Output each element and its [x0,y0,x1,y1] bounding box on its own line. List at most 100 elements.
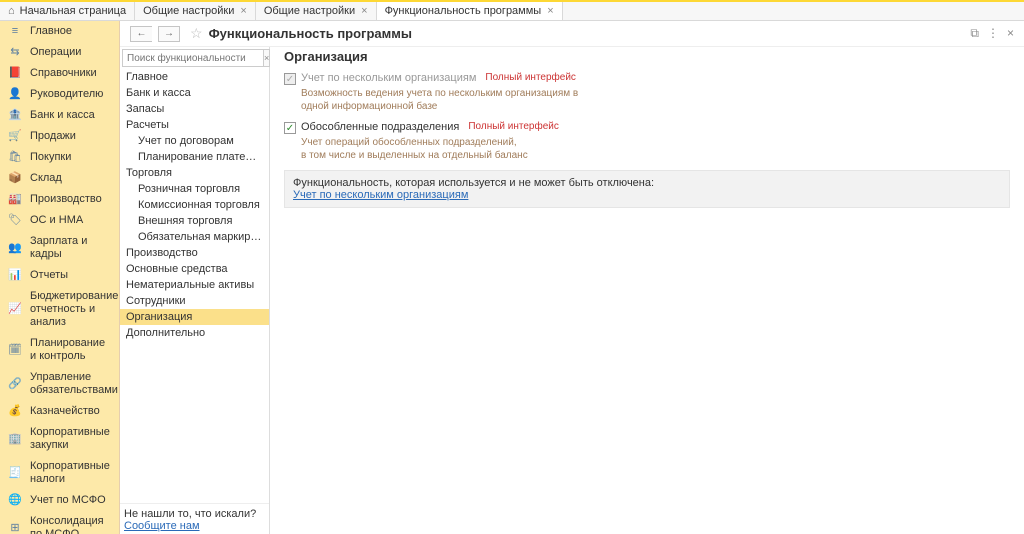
sidebar-icon: 👥 [8,242,22,255]
search-input[interactable] [122,49,264,67]
tree-node-5[interactable]: Планирование платежей [120,149,269,165]
tree-node-4[interactable]: Учет по договорам [120,133,269,149]
info-box: Функциональность, которая используется и… [284,170,1010,208]
tab-label: Общие настройки [143,5,234,17]
tree-node-6[interactable]: Торговля [120,165,269,181]
sidebar-label: Бюджетирование, отчетность и анализ [30,290,120,329]
info-text: Функциональность, которая используется и… [293,177,1001,189]
sidebar-item-10[interactable]: 👥 Зарплата и кадры [0,231,119,265]
sidebar-icon: 🧾 [8,467,22,480]
nav-forward-button[interactable]: → [158,26,180,42]
footer-text: Не нашли то, что искали? [124,508,256,520]
sidebar-label: Производство [30,193,111,206]
sidebar-label: Отчеты [30,269,111,282]
link-icon[interactable]: ⧉ [970,26,979,41]
info-link[interactable]: Учет по нескольким организациям [293,189,468,201]
tree-node-10[interactable]: Обязательная маркировка [120,229,269,245]
tree-node-15[interactable]: Организация [120,309,269,325]
sidebar-label: Справочники [30,67,111,80]
sidebar-icon: 📊 [8,269,22,282]
sidebar-item-19[interactable]: ⊞Консолидация по МСФО [0,511,119,534]
tabs-bar: ⌂ Начальная страница Общие настройки × О… [0,2,1024,21]
tree-node-9[interactable]: Внешняя торговля [120,213,269,229]
opt2-badge: Полный интерфейс [468,121,559,132]
more-icon[interactable]: ⋮ [987,26,999,41]
sidebar-item-17[interactable]: 🧾 Корпоративные налоги [0,456,119,490]
favorite-icon[interactable]: ☆ [190,25,203,42]
footer: Не нашли то, что искали? Сообщите нам [120,503,269,534]
sidebar-item-4[interactable]: 🏦 Банк и касса [0,105,119,126]
tree-node-16[interactable]: Дополнительно [120,325,269,341]
sidebar-item-0[interactable]: ≡Главное [0,21,119,42]
sidebar-icon: ⇆ [8,46,22,59]
close-icon[interactable]: × [547,5,553,17]
sidebar-icon: 🏦 [8,109,22,122]
sidebar-item-12[interactable]: 📈Бюджетирование, отчетность и анализ [0,286,119,333]
sidebar-label: Склад [30,172,111,185]
sidebar-item-2[interactable]: 📕Справочники [0,63,119,84]
sidebar-icon: 🛒 [8,130,22,143]
sidebar-label: Операции [30,46,111,59]
tree-node-8[interactable]: Комиссионная торговля [120,197,269,213]
sidebar-icon: 💰 [8,405,22,418]
sidebar-item-13[interactable]: 🗓Планирование и контроль [0,333,119,367]
checkbox-multi-org: ✓ [284,73,296,85]
sidebar-label: Главное [30,25,111,38]
sidebar-item-1[interactable]: ⇆ Операции [0,42,119,63]
page-title: Функциональность программы [209,26,412,41]
tree-node-1[interactable]: Банк и касса [120,85,269,101]
opt2-desc: Учет операций обособленных подразделений… [301,136,1010,162]
tree: ГлавноеБанк и кассаЗапасыРасчетыУчет по … [120,67,269,503]
tree-node-0[interactable]: Главное [120,69,269,85]
sidebar-icon: 🏢 [8,433,22,446]
checkbox-subdivisions[interactable]: ✓ [284,122,296,134]
sidebar-item-9[interactable]: 🏷ОС и НМА [0,210,119,231]
footer-link[interactable]: Сообщите нам [124,520,200,532]
sidebar-label: Казначейство [30,405,111,418]
close-icon[interactable]: × [240,5,246,17]
search-box: × [122,49,267,67]
sidebar-label: ОС и НМА [30,214,111,227]
sidebar-item-16[interactable]: 🏢Корпоративные закупки [0,422,119,456]
window-close-icon[interactable]: × [1007,26,1014,41]
sidebar-item-15[interactable]: 💰 Казначейство [0,401,119,422]
sidebar-item-11[interactable]: 📊 Отчеты [0,265,119,286]
tab-home[interactable]: ⌂ Начальная страница [0,2,135,20]
tree-node-3[interactable]: Расчеты [120,117,269,133]
sidebar-icon: 👤 [8,88,22,101]
tree-node-7[interactable]: Розничная торговля [120,181,269,197]
detail-panel: Организация ✓ Учет по нескольким организ… [270,47,1024,534]
close-icon[interactable]: × [361,5,367,17]
sidebar-label: Руководителю [30,88,111,101]
tree-node-2[interactable]: Запасы [120,101,269,117]
tree-node-11[interactable]: Производство [120,245,269,261]
sidebar: ≡Главное ⇆ Операции 📕Справочники 👤 Руководите… [0,21,120,534]
tab-0[interactable]: Общие настройки × [135,2,256,20]
sidebar-item-18[interactable]: 🌐Учет по МСФО [0,490,119,511]
tab-2[interactable]: Функциональность программы × [377,2,563,20]
sidebar-item-3[interactable]: 👤 Руководителю [0,84,119,105]
sidebar-label: Продажи [30,130,111,143]
sidebar-item-8[interactable]: 🏭Производство [0,189,119,210]
sidebar-item-7[interactable]: 📦 Склад [0,168,119,189]
sidebar-icon: 🛍 [8,151,22,164]
opt1-label: Учет по нескольким организациям [301,72,476,84]
tab-home-label: Начальная страница [20,5,126,17]
sidebar-label: Банк и касса [30,109,111,122]
tree-node-14[interactable]: Сотрудники [120,293,269,309]
header: ← → ☆ Функциональность программы ⧉ ⋮ × [120,21,1024,47]
sidebar-icon: 📦 [8,172,22,185]
sidebar-label: Зарплата и кадры [30,235,111,261]
nav-back-button[interactable]: ← [130,26,152,42]
sidebar-item-5[interactable]: 🛒 Продажи [0,126,119,147]
sidebar-icon: 🌐 [8,494,22,507]
sidebar-label: Корпоративные налоги [30,460,111,486]
tab-1[interactable]: Общие настройки × [256,2,377,20]
sidebar-item-6[interactable]: 🛍Покупки [0,147,119,168]
sidebar-label: Управление обязательствами [30,371,118,397]
tree-node-12[interactable]: Основные средства [120,261,269,277]
tab-label: Общие настройки [264,5,355,17]
sidebar-item-14[interactable]: 🔗Управление обязательствами [0,367,119,401]
tree-node-13[interactable]: Нематериальные активы [120,277,269,293]
home-icon: ⌂ [8,5,15,17]
